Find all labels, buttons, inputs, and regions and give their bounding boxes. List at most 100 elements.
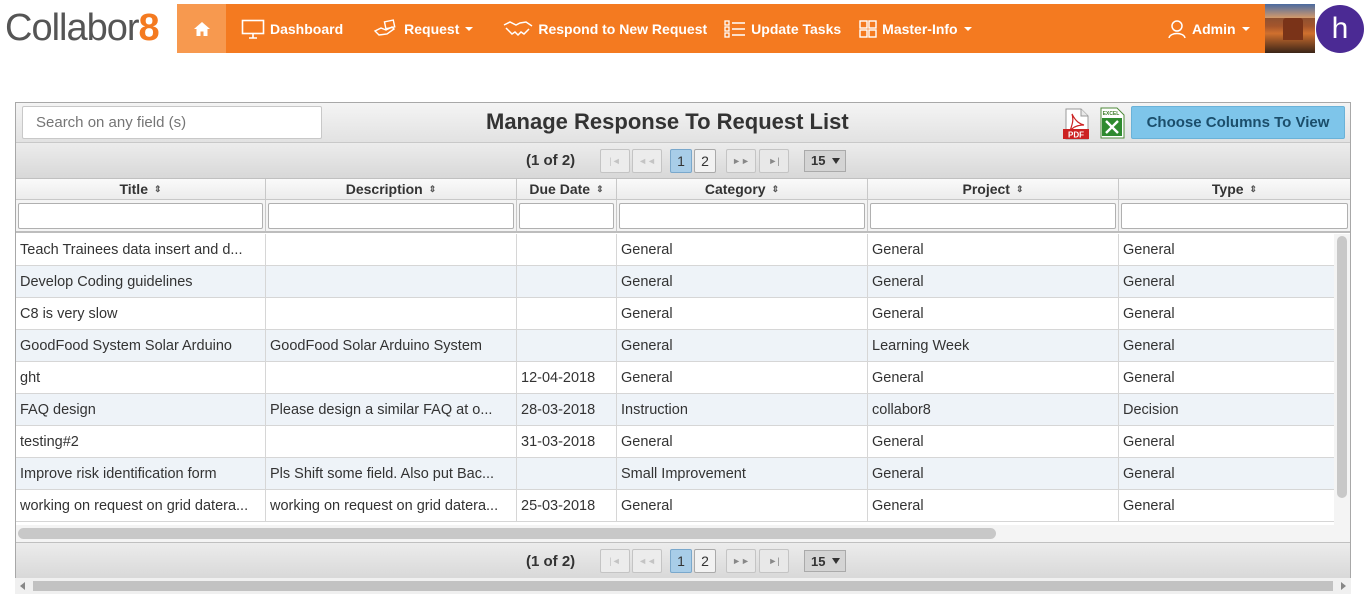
page-2-button[interactable]: 2 xyxy=(694,148,716,173)
avatar-letter: h xyxy=(1316,4,1364,53)
rows-per-page-select[interactable]: 15 xyxy=(804,550,846,572)
table-row[interactable]: C8 is very slow General General General xyxy=(16,298,1334,330)
cell-category: Small Improvement xyxy=(617,458,868,489)
pager-status: (1 of 2) xyxy=(526,552,576,570)
page-horizontal-scrollbar[interactable] xyxy=(15,578,1351,594)
last-page-button[interactable]: ►| xyxy=(759,148,789,173)
cell-text: General xyxy=(621,273,673,290)
user-photo[interactable] xyxy=(1265,4,1315,53)
filter-project-input[interactable] xyxy=(870,203,1116,229)
next-page-button[interactable]: ►► xyxy=(726,148,756,173)
page-2-button[interactable]: 2 xyxy=(694,549,716,573)
filter-row xyxy=(16,200,1350,233)
cell-project: General xyxy=(868,490,1119,521)
cell-text: 28-03-2018 xyxy=(521,401,596,418)
cell-project: General xyxy=(868,426,1119,457)
column-header-category[interactable]: Category ⇕ xyxy=(617,179,868,200)
column-header-due-date[interactable]: Due Date ⇕ xyxy=(517,179,617,200)
next-page-button[interactable]: ►► xyxy=(726,549,756,573)
first-page-button[interactable]: |◄ xyxy=(600,549,630,573)
cell-title: FAQ design xyxy=(16,394,266,425)
table-row[interactable]: ght 12-04-2018 General General General xyxy=(16,362,1334,394)
pager-bottom: (1 of 2) |◄ ◄◄ 1 2 ►► ►| 15 xyxy=(16,542,1350,579)
scroll-right-icon[interactable] xyxy=(1341,582,1346,590)
cell-text: General xyxy=(1123,337,1175,354)
nav-respond-new-request[interactable]: Respond to New Request xyxy=(503,4,707,53)
table-row[interactable]: Teach Trainees data insert and d... Gener… xyxy=(16,234,1334,266)
filter-type-input[interactable] xyxy=(1121,203,1348,229)
table-row[interactable]: GoodFood System Solar Arduino GoodFood So… xyxy=(16,330,1334,362)
nav-dashboard[interactable]: Dashboard xyxy=(241,4,343,53)
choose-columns-button[interactable]: Choose Columns To View xyxy=(1131,106,1345,139)
cell-due-date: 12-04-2018 xyxy=(517,362,617,393)
cell-text: General xyxy=(621,433,673,450)
table-row[interactable]: Develop Coding guidelines General General G… xyxy=(16,266,1334,298)
filter-due-date-input[interactable] xyxy=(519,203,614,229)
cell-description xyxy=(266,426,517,457)
cell-due-date xyxy=(517,298,617,329)
user-menu[interactable]: Admin xyxy=(1167,4,1250,53)
cell-description: Pls Shift some field. Also put Bac... xyxy=(266,458,517,489)
excel-label: EXCEL xyxy=(1103,111,1120,117)
collabor8-logo[interactable]: Collabor8 xyxy=(0,4,177,53)
cell-category: Instruction xyxy=(617,394,868,425)
prev-page-button[interactable]: ◄◄ xyxy=(632,549,662,573)
nav-master-info[interactable]: Master-Info xyxy=(859,4,972,53)
home-button[interactable] xyxy=(177,4,226,53)
table-row[interactable]: testing#2 31-03-2018 General General General xyxy=(16,426,1334,458)
pdf-export-icon[interactable]: PDF xyxy=(1062,108,1092,140)
cell-text: General xyxy=(1123,497,1175,514)
nav-request[interactable]: Request xyxy=(373,4,474,53)
nav-update-tasks[interactable]: Update Tasks xyxy=(724,4,841,53)
cell-category: General xyxy=(617,234,868,265)
cell-title: ght xyxy=(16,362,266,393)
table-row[interactable]: Improve risk identification form Pls Shif… xyxy=(16,458,1334,490)
scroll-left-icon[interactable] xyxy=(20,582,25,590)
excel-export-icon[interactable]: EXCEL xyxy=(1098,107,1126,139)
cell-title: GoodFood System Solar Arduino xyxy=(16,330,266,361)
cell-text: Improve risk identification form xyxy=(20,465,217,482)
cell-text: Learning Week xyxy=(872,337,970,354)
table-header: Title ⇕ Description ⇕ Due Date ⇕ Category ⇕ … xyxy=(16,179,1350,233)
filter-title-input[interactable] xyxy=(18,203,263,229)
first-page-button[interactable]: |◄ xyxy=(600,148,630,173)
horizontal-scrollbar[interactable] xyxy=(16,525,1350,542)
chevron-down-icon xyxy=(963,26,972,31)
prev-page-button[interactable]: ◄◄ xyxy=(632,148,662,173)
pager-top: (1 of 2) |◄ ◄◄ 1 2 ►► ►| 15 xyxy=(16,143,1350,179)
page-1-button[interactable]: 1 xyxy=(670,148,692,173)
table-row[interactable]: working on request on grid datera... work… xyxy=(16,490,1334,522)
table-row[interactable]: FAQ design Please design a similar FAQ at… xyxy=(16,394,1334,426)
sort-icon: ⇕ xyxy=(1015,183,1024,194)
pager-status: (1 of 2) xyxy=(526,152,576,169)
avatar[interactable]: h xyxy=(1315,4,1365,53)
cell-category: General xyxy=(617,298,868,329)
cell-text: General xyxy=(872,433,924,450)
cell-text: General xyxy=(872,497,924,514)
column-header-type[interactable]: Type ⇕ xyxy=(1119,179,1350,200)
column-header-title[interactable]: Title ⇕ xyxy=(16,179,266,200)
rows-per-page-select[interactable]: 15 xyxy=(804,149,846,172)
column-header-project[interactable]: Project ⇕ xyxy=(868,179,1119,200)
cell-project: General xyxy=(868,298,1119,329)
cell-title: Develop Coding guidelines xyxy=(16,266,266,297)
vertical-scrollbar[interactable] xyxy=(1334,234,1350,525)
cell-title: Improve risk identification form xyxy=(16,458,266,489)
cell-text: General xyxy=(1123,433,1175,450)
column-header-description[interactable]: Description ⇕ xyxy=(266,179,517,200)
cell-text: Teach Trainees data insert and d... xyxy=(20,241,243,258)
cell-text: General xyxy=(1123,273,1175,290)
last-page-button[interactable]: ►| xyxy=(759,549,789,573)
search-input[interactable] xyxy=(22,106,322,139)
page-1-button[interactable]: 1 xyxy=(670,549,692,573)
cell-project: General xyxy=(868,458,1119,489)
logo-suffix: 8 xyxy=(138,7,160,49)
filter-description-input[interactable] xyxy=(268,203,514,229)
sort-icon: ⇕ xyxy=(428,183,437,194)
cell-description xyxy=(266,362,517,393)
filter-category-input[interactable] xyxy=(619,203,865,229)
cell-type: General xyxy=(1119,266,1334,297)
cell-type: General xyxy=(1119,234,1334,265)
cell-due-date xyxy=(517,458,617,489)
cell-description xyxy=(266,234,517,265)
